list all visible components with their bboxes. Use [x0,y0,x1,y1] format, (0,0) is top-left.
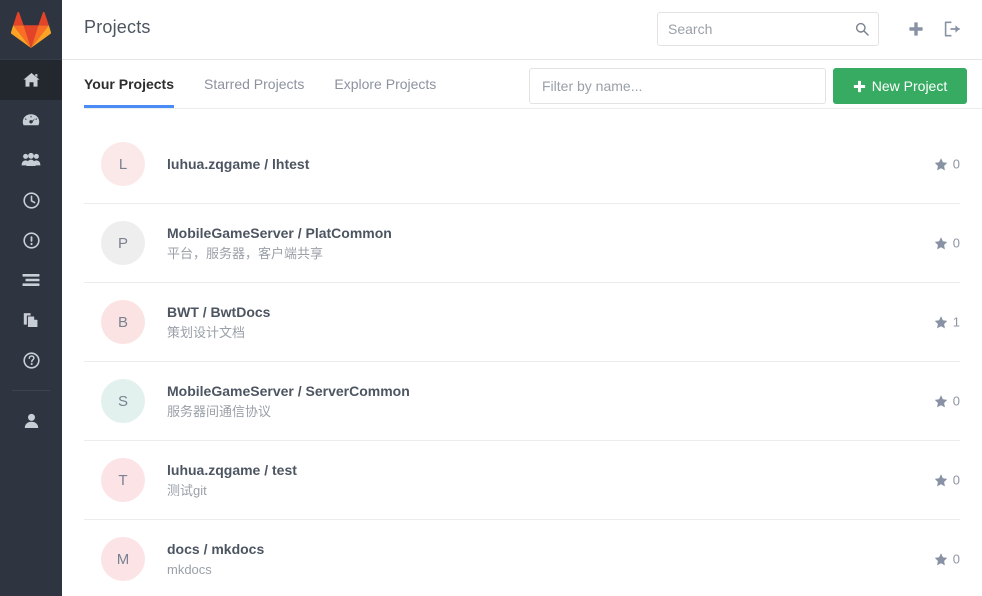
star-count[interactable]: 0 [934,236,960,251]
project-description: mkdocs [167,561,212,577]
new-project-button[interactable]: New Project [833,68,967,104]
sidebar-item-help[interactable] [0,340,62,380]
star-count[interactable]: 0 [934,394,960,409]
table-row[interactable]: L luhua.zqgame / lhtest 0 [84,125,960,204]
sidebar-item-profile[interactable] [0,401,62,441]
project-description: 策划设计文档 [167,324,246,340]
search-icon [855,22,869,36]
sidebar-item-activity[interactable] [0,180,62,220]
star-icon [934,157,948,171]
sidebar-divider [12,390,50,391]
star-count[interactable]: 1 [934,315,960,330]
project-description: 测试git [167,482,207,498]
tab-starred-projects[interactable]: Starred Projects [204,76,304,108]
row-body: MobileGameServer / PlatCommon 平台，服务器，客户端… [167,224,392,263]
sidebar-bottom-nav [0,401,62,441]
row-body: luhua.zqgame / lhtest [167,155,309,173]
projects-list: L luhua.zqgame / lhtest 0 P MobileGameSe… [62,125,982,596]
star-count-value: 1 [952,314,960,330]
plus-icon [909,22,923,36]
row-body: BWT / BwtDocs 策划设计文档 [167,303,270,342]
sign-out-button[interactable] [938,15,966,43]
new-entity-button[interactable] [902,15,930,43]
sign-out-icon [944,21,960,37]
project-description: 平台，服务器，客户端共享 [167,245,324,261]
table-row[interactable]: T luhua.zqgame / test 测试git 0 [84,441,960,520]
project-title[interactable]: MobileGameServer / ServerCommon [167,382,410,400]
project-description: 服务器间通信协议 [167,403,272,419]
star-count[interactable]: 0 [934,552,960,567]
star-count-value: 0 [952,393,960,409]
project-title[interactable]: luhua.zqgame / lhtest [167,155,309,173]
plus-icon [853,80,866,93]
avatar: S [101,379,145,423]
sidebar-item-snippets[interactable] [0,300,62,340]
tab-your-projects[interactable]: Your Projects [84,76,174,108]
sidebar-item-merge-requests[interactable] [0,260,62,300]
star-count-value: 0 [952,551,960,567]
star-count-value: 0 [952,235,960,251]
file-copy-icon [23,312,39,328]
star-icon [934,394,948,408]
question-circle-icon [22,351,40,369]
tabs-bar: Your Projects Starred Projects Explore P… [62,60,982,125]
avatar: P [101,221,145,265]
user-icon [24,413,38,428]
star-count-value: 0 [952,156,960,172]
star-icon [934,315,948,329]
avatar: B [101,300,145,344]
star-icon [934,473,948,487]
list-bars-icon [22,274,40,286]
project-tabs: Your Projects Starred Projects Explore P… [84,76,466,108]
table-row[interactable]: S MobileGameServer / ServerCommon 服务器间通信… [84,362,960,441]
tab-explore-projects[interactable]: Explore Projects [334,76,436,108]
project-title[interactable]: MobileGameServer / PlatCommon [167,224,392,242]
star-count-value: 0 [952,472,960,488]
dashboard-meter-icon [22,114,40,126]
search-input[interactable] [658,13,848,45]
star-icon [934,552,948,566]
avatar: T [101,458,145,502]
page-title: Projects [84,17,151,37]
filter-by-name-input[interactable] [529,68,826,104]
avatar: L [101,142,145,186]
row-body: luhua.zqgame / test 测试git [167,461,297,500]
sidebar-item-dashboard[interactable] [0,100,62,140]
top-header: Projects [62,0,982,60]
clock-icon [22,191,40,209]
new-project-label: New Project [871,78,948,94]
project-title[interactable]: luhua.zqgame / test [167,461,297,479]
table-row[interactable]: M docs / mkdocs mkdocs 0 [84,520,960,596]
sidebar-item-issues[interactable] [0,220,62,260]
table-row[interactable]: B BWT / BwtDocs 策划设计文档 1 [84,283,960,362]
row-body: docs / mkdocs mkdocs [167,540,264,579]
gitlab-tanuki-logo-icon [11,11,51,48]
row-body: MobileGameServer / ServerCommon 服务器间通信协议 [167,382,410,421]
exclamation-circle-icon [22,231,40,249]
gitlab-projects-page: Projects Your Projects [0,0,982,596]
project-title[interactable]: docs / mkdocs [167,540,264,558]
avatar: M [101,537,145,581]
left-sidebar [0,0,62,596]
sidebar-item-home[interactable] [0,60,62,100]
search-box[interactable] [657,12,879,46]
sidebar-nav [0,60,62,380]
users-group-icon [21,152,41,166]
tabs-underline [84,108,982,109]
star-icon [934,236,948,250]
star-count[interactable]: 0 [934,473,960,488]
home-icon [23,73,39,87]
star-count[interactable]: 0 [934,157,960,172]
gitlab-logo[interactable] [0,0,62,60]
project-title[interactable]: BWT / BwtDocs [167,303,270,321]
table-row[interactable]: P MobileGameServer / PlatCommon 平台，服务器，客… [84,204,960,283]
sidebar-item-groups[interactable] [0,140,62,180]
